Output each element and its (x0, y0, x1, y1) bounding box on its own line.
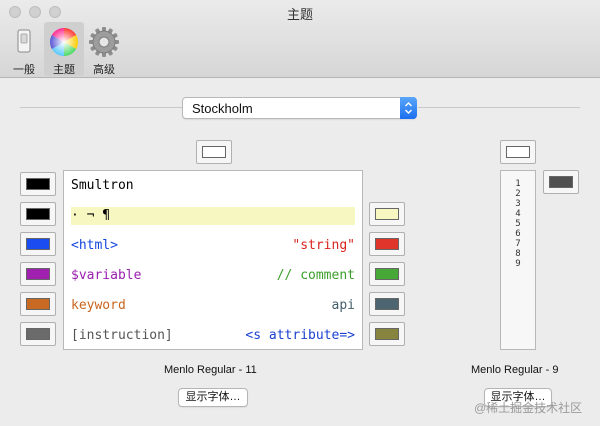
color-well-strings[interactable] (369, 232, 405, 256)
color-well-text[interactable] (20, 172, 56, 196)
color-swatch-attributes (375, 328, 399, 340)
preview-line-left-text: Smultron (71, 178, 134, 193)
theme-popup[interactable]: Stockholm (182, 97, 417, 119)
color-well-tags[interactable] (20, 232, 56, 256)
preview-line-left-text: $variable (71, 268, 142, 283)
line-number: 9 (515, 259, 521, 269)
gear-icon (89, 27, 119, 57)
color-swatch-invisibles (26, 208, 50, 220)
line-number: 8 (515, 249, 521, 259)
line-number: 5 (515, 219, 521, 229)
preview-line: $variable // comment (71, 267, 355, 285)
editor-show-fonts-button[interactable]: 显示字体… (178, 388, 248, 407)
color-swatch-highlight (375, 208, 399, 220)
background-color-well[interactable] (196, 140, 232, 164)
separator-left (20, 107, 182, 108)
line-number-gutter: 123456789 (500, 170, 536, 350)
color-well-instructions[interactable] (20, 322, 56, 346)
tab-theme-label: 主题 (53, 64, 75, 76)
tab-general[interactable]: 一般 (4, 22, 44, 76)
preview-line-left-text: keyword (71, 298, 126, 313)
color-well-highlight[interactable] (369, 202, 405, 226)
preview-line: · ¬ ¶ (71, 207, 355, 225)
color-wheel-icon (50, 28, 78, 56)
preview-line-left-text: · ¬ ¶ (71, 208, 111, 223)
popup-arrows-icon (400, 97, 417, 119)
color-well-variables[interactable] (20, 262, 56, 286)
preview-line-right-text: "string" (292, 238, 355, 253)
toolbar: 主题 一般 主题 高级 (0, 0, 600, 78)
preview-line: keyword api (71, 297, 355, 315)
line-number: 2 (515, 189, 521, 199)
line-number: 7 (515, 239, 521, 249)
watermark: @稀土掘金技术社区 (474, 401, 583, 415)
preview-line-right-text: api (331, 298, 355, 313)
line-number: 4 (515, 209, 521, 219)
color-well-attributes[interactable] (369, 322, 405, 346)
color-swatch-strings (375, 238, 399, 250)
color-swatch-api (375, 298, 399, 310)
preview-line-right-text: <s attribute=> (245, 328, 355, 343)
color-well-comments[interactable] (369, 262, 405, 286)
color-swatch-variables (26, 268, 50, 280)
gutter-font-label: Menlo Regular - 9 (471, 364, 559, 376)
color-swatch-comments (375, 268, 399, 280)
tab-general-label: 一般 (13, 64, 35, 76)
preview-line-left-text: [instruction] (71, 328, 173, 343)
tab-advanced[interactable]: 高级 (84, 22, 124, 76)
separator-right (418, 107, 580, 108)
gutter-text-color-well[interactable] (543, 170, 579, 194)
background-swatch (202, 146, 226, 158)
color-swatch-instructions (26, 328, 50, 340)
line-number: 1 (515, 179, 521, 189)
color-well-keywords[interactable] (20, 292, 56, 316)
preview-line-left-text: <html> (71, 238, 118, 253)
gutter-text-swatch (549, 176, 573, 188)
color-well-invisibles[interactable] (20, 202, 56, 226)
tab-advanced-label: 高级 (93, 64, 115, 76)
tab-theme[interactable]: 主题 (44, 22, 84, 76)
preferences-window: 主题 一般 主题 高级 Stockholm Smultron · ¬ ¶ <ht… (0, 0, 600, 426)
preview-line: <html> "string" (71, 237, 355, 255)
window-title: 主题 (286, 7, 313, 22)
color-swatch-keywords (26, 298, 50, 310)
color-swatch-text (26, 178, 50, 190)
color-well-api[interactable] (369, 292, 405, 316)
theme-popup-value: Stockholm (192, 101, 253, 116)
preview-line-right-text: // comment (276, 268, 355, 283)
color-swatch-tags (26, 238, 50, 250)
line-number: 6 (515, 229, 521, 239)
editor-font-label: Menlo Regular - 11 (164, 364, 257, 376)
gutter-background-swatch (506, 146, 530, 158)
line-number: 3 (515, 199, 521, 209)
preview-line: [instruction] <s attribute=> (71, 327, 355, 345)
gutter-background-color-well[interactable] (500, 140, 536, 164)
preview-line: Smultron (71, 177, 355, 195)
theme-preview: Smultron · ¬ ¶ <html> "string" $variable // c… (63, 170, 363, 350)
switch-icon (17, 29, 31, 53)
